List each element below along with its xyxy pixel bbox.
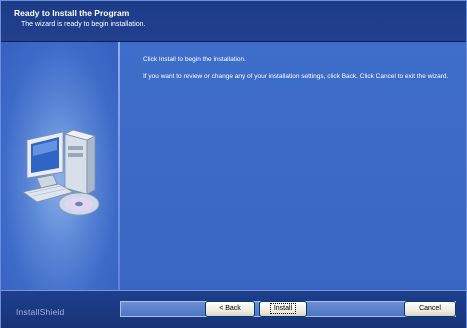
computer-with-cd-icon [22, 129, 100, 216]
installshield-logo: InstallShield [16, 307, 65, 317]
page-subtitle: The wizard is ready to begin installatio… [21, 21, 146, 28]
left-graphic-panel [1, 42, 118, 290]
wizard-header: Ready to Install the Program The wizard … [1, 1, 466, 42]
install-button-label: Install [269, 303, 297, 314]
wizard-content: Click Install to begin the installation.… [120, 42, 466, 290]
review-instruction: If you want to review or change any of y… [143, 73, 449, 80]
install-button[interactable]: Install [259, 301, 307, 317]
install-instruction: Click Install to begin the installation. [143, 56, 246, 63]
page-title: Ready to Install the Program [14, 8, 130, 18]
cancel-button[interactable]: Cancel [404, 301, 456, 317]
installer-window: Ready to Install the Program The wizard … [0, 0, 467, 328]
back-button[interactable]: < Back [205, 301, 255, 317]
